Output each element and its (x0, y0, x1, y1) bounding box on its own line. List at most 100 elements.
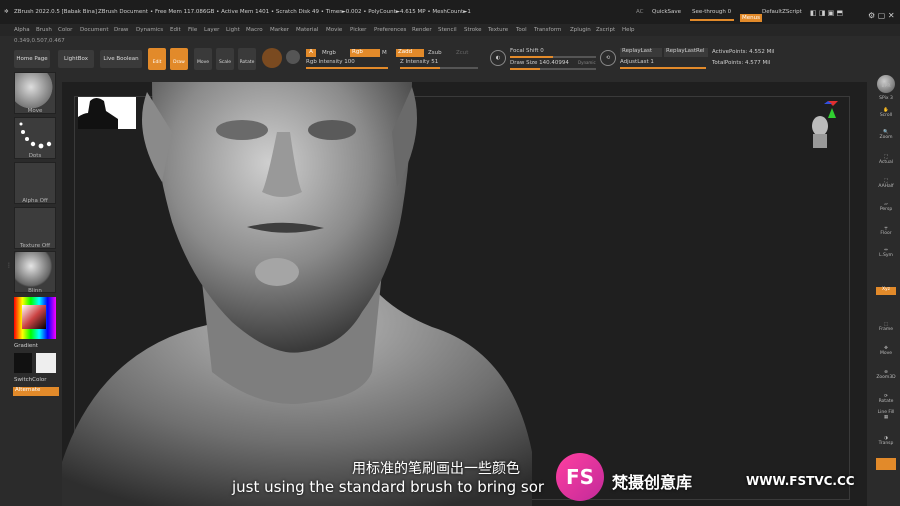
menu-layer[interactable]: Layer (204, 27, 219, 33)
move-view-button[interactable]: ✥ Move (876, 346, 896, 360)
tray-collapse-icon[interactable]: ⋮ (6, 262, 12, 269)
scroll-button[interactable]: ✋ Scroll (876, 108, 896, 122)
m-toggle[interactable]: M (382, 50, 387, 56)
color-picker[interactable] (14, 297, 56, 339)
edit-mode-button[interactable]: Edit (148, 48, 166, 70)
material-thumbnail[interactable] (14, 251, 56, 293)
aahalf-button[interactable]: ⛶ AAHalf (876, 178, 896, 192)
persp-label: Persp (879, 207, 893, 212)
solo-button[interactable] (876, 458, 896, 470)
move-mode-button[interactable]: Move (194, 48, 212, 70)
menu-draw[interactable]: Draw (114, 27, 128, 33)
menu-alpha[interactable]: Alpha (14, 27, 30, 33)
floor-button[interactable]: ╤ Floor (876, 226, 896, 240)
menu-picker[interactable]: Picker (350, 27, 366, 33)
lsym-button[interactable]: ⇔ L.Sym (876, 248, 896, 262)
dynamic-label[interactable]: Dynamic (578, 60, 596, 65)
menu-document[interactable]: Document (80, 27, 109, 33)
dynamic-toggle-icon[interactable]: ◐ (490, 50, 506, 66)
menu-dynamics[interactable]: Dynamics (136, 27, 163, 33)
secondary-color-swatch[interactable] (14, 353, 32, 373)
axis-gizmo-icon (812, 101, 838, 148)
actual-button[interactable]: ⛶ Actual (876, 154, 896, 168)
menu-render[interactable]: Render (412, 27, 432, 33)
focal-shift-slider[interactable]: Focal Shift 0 (510, 48, 544, 54)
menu-macro[interactable]: Macro (246, 27, 263, 33)
scroll-label: Scroll (879, 113, 893, 118)
menu-transform[interactable]: Transform (534, 27, 561, 33)
sculpt-head-model[interactable] (62, 82, 867, 506)
see-through-slider[interactable]: See-through 0 (692, 9, 731, 15)
adjust-last-slider[interactable]: AdjustLast 1 (620, 59, 654, 65)
menu-movie[interactable]: Movie (326, 27, 342, 33)
xyz-toggle[interactable]: Xyz (876, 287, 896, 295)
quicksave-button[interactable]: QuickSave (652, 9, 681, 15)
home-page-button[interactable]: Home Page (14, 50, 50, 68)
focal-shift-track (510, 56, 596, 58)
subtitle-chinese: 用标准的笔刷画出一些颜色 (352, 461, 520, 477)
rotate-view-button[interactable]: ⟳ Rotate (876, 394, 896, 408)
zoom3d-button[interactable]: ⊕ Zoom3D (876, 370, 896, 384)
rotate-view-label: Rotate (878, 399, 894, 404)
stroke-name: Dots (28, 153, 42, 159)
color-square[interactable] (22, 305, 46, 329)
menu-stroke[interactable]: Stroke (464, 27, 482, 33)
rotate-mode-button[interactable]: Rotate (238, 48, 256, 70)
orientation-gizmo[interactable] (808, 98, 838, 156)
rgb-toggle[interactable]: Rgb (350, 49, 380, 57)
replay-icon[interactable]: ⟲ (600, 50, 616, 66)
menu-help[interactable]: Help (622, 27, 635, 33)
zcut-toggle[interactable]: Zcut (456, 50, 468, 56)
zoom-button[interactable]: 🔍 Zoom (876, 130, 896, 144)
menus-button[interactable]: Menus (740, 14, 762, 22)
main-color-swatch[interactable] (36, 353, 56, 373)
menu-preferences[interactable]: Preferences (374, 27, 406, 33)
draw-size-slider[interactable]: Draw Size 140.40994 (510, 60, 569, 66)
menu-marker[interactable]: Marker (270, 27, 289, 33)
total-points: TotalPoints: 4.577 Mil (712, 60, 771, 66)
transp-button[interactable]: ◑ Transp (876, 436, 896, 450)
zadd-toggle[interactable]: Zadd (396, 49, 424, 57)
menu-light[interactable]: Light (226, 27, 240, 33)
watermark-url: WWW.FSTVC.CC (746, 474, 855, 488)
brush-sphere-icon[interactable] (262, 48, 282, 68)
gradient-label[interactable]: Gradient (14, 343, 38, 349)
alternate-button[interactable]: Alternate (13, 387, 59, 396)
menu-stencil[interactable]: Stencil (438, 27, 457, 33)
move-view-label: Move (879, 351, 893, 356)
line-fill-button[interactable]: Line Fill ▦ (876, 410, 896, 424)
live-boolean-button[interactable]: Live Boolean (100, 50, 142, 68)
replay-last-rel-button[interactable]: ReplayLastRel (664, 48, 708, 57)
lightbox-button[interactable]: LightBox (58, 50, 94, 68)
z-intensity-slider[interactable]: Z Intensity 51 (400, 59, 438, 65)
menu-zplugin[interactable]: Zplugin (570, 27, 591, 33)
menu-texture[interactable]: Texture (488, 27, 508, 33)
layout-icons[interactable]: ◧ ◨ ▣ ⬒ (810, 9, 843, 17)
menu-material[interactable]: Material (296, 27, 318, 33)
menu-tool[interactable]: Tool (516, 27, 527, 33)
persp-button[interactable]: ▱ Persp (876, 202, 896, 216)
mrgb-toggle[interactable]: Mrgb (322, 50, 336, 56)
scale-mode-button[interactable]: Scale (216, 48, 234, 70)
frame-button[interactable]: ⬚ Frame (876, 322, 896, 336)
polyframe-icon: ▦ (883, 415, 889, 420)
menu-file[interactable]: File (188, 27, 197, 33)
rgb-intensity-slider[interactable]: Rgb Intensity 100 (306, 59, 355, 65)
scale-label: Scale (218, 60, 232, 65)
menu-brush[interactable]: Brush (36, 27, 52, 33)
menu-edit[interactable]: Edit (170, 27, 181, 33)
draw-mode-button[interactable]: Draw (170, 48, 188, 70)
window-controls-icon[interactable]: ⚙ ▢ ✕ (868, 11, 895, 20)
replay-last-button[interactable]: ReplayLast (620, 48, 662, 57)
zoom-label: Zoom (879, 135, 893, 140)
switch-color-button[interactable]: SwitchColor (14, 377, 47, 383)
actual-label: Actual (878, 160, 894, 165)
a-toggle[interactable]: A (306, 49, 316, 57)
document-canvas[interactable] (62, 82, 867, 506)
zsub-toggle[interactable]: Zsub (428, 50, 442, 56)
material-sphere-icon[interactable] (286, 50, 300, 64)
menu-color[interactable]: Color (58, 27, 72, 33)
zoom3d-label: Zoom3D (876, 375, 896, 380)
default-zscript[interactable]: DefaultZScript (762, 9, 802, 15)
menu-zscript[interactable]: Zscript (596, 27, 615, 33)
